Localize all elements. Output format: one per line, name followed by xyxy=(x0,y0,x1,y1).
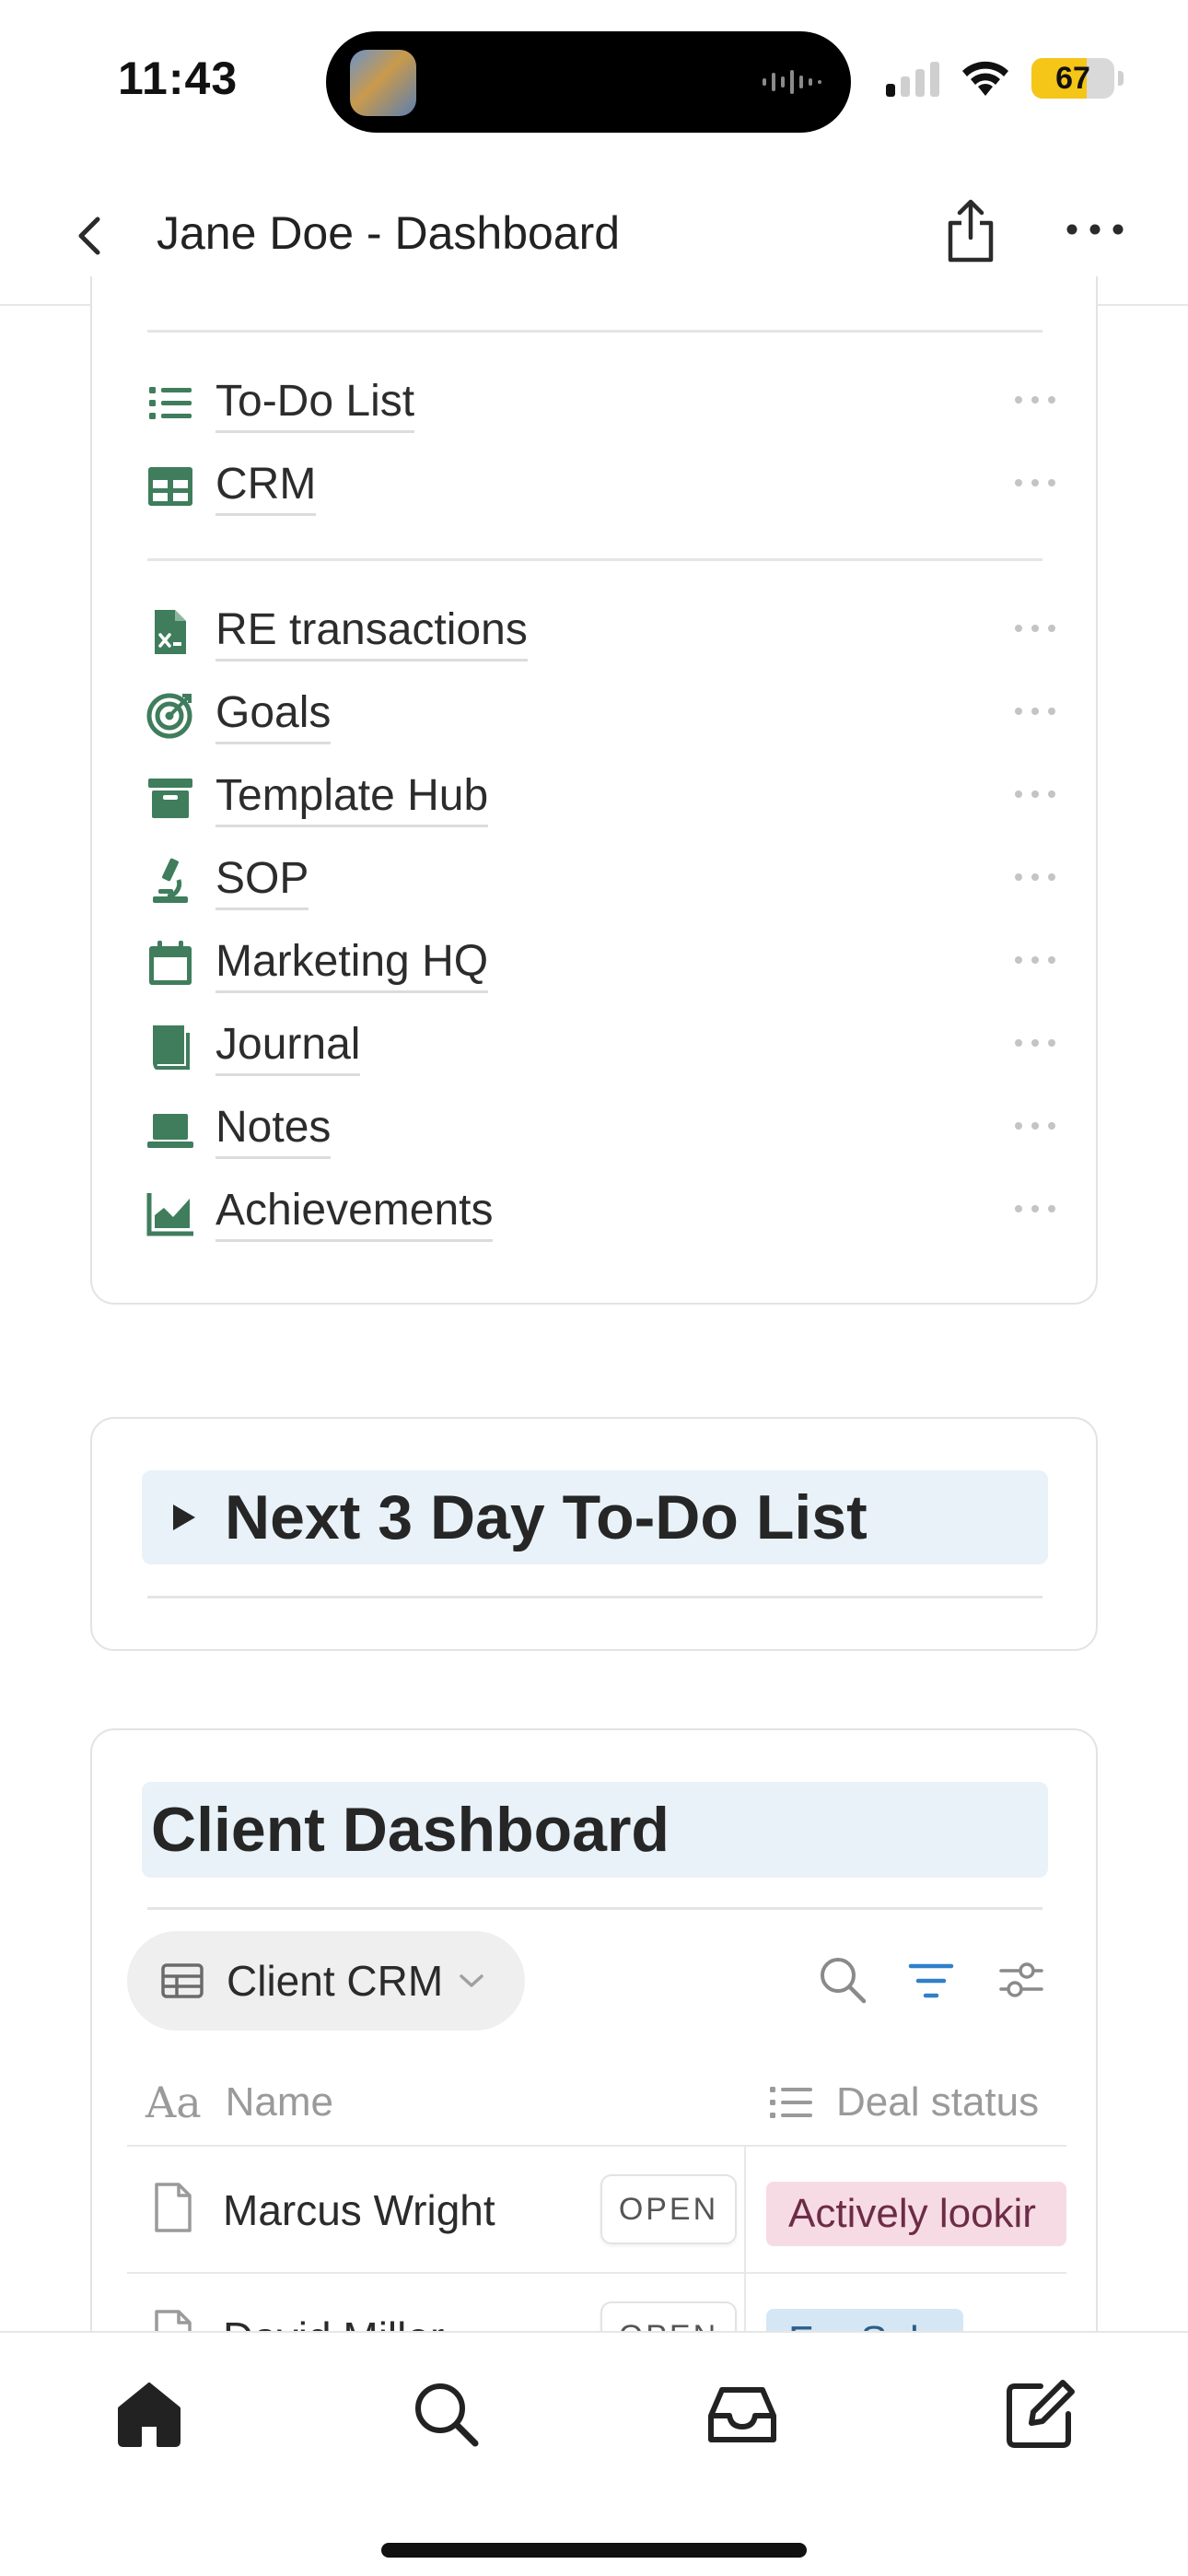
now-playing-thumbnail xyxy=(350,50,416,116)
bottom-tab-bar xyxy=(0,2331,1188,2576)
compose-icon[interactable] xyxy=(1004,2377,1077,2451)
back-chevron-icon[interactable] xyxy=(64,208,120,263)
archive-box-icon xyxy=(146,773,195,823)
audio-waveform-icon xyxy=(763,70,821,94)
toggle-triangle-icon[interactable] xyxy=(169,1503,197,1532)
table-row[interactable]: Marcus Wright OPEN Actively lookir xyxy=(127,2147,1066,2274)
search-icon[interactable] xyxy=(818,1955,868,2005)
microscope-icon xyxy=(146,856,195,906)
home-indicator[interactable] xyxy=(381,2543,807,2558)
bullet-list-icon xyxy=(146,379,195,428)
database-view-selector[interactable]: Client CRM xyxy=(127,1931,525,2031)
status-time: 11:43 xyxy=(118,53,239,104)
item-more-icon[interactable] xyxy=(1013,619,1057,638)
column-label: Name xyxy=(225,2079,334,2125)
page-link-label: Notes xyxy=(215,1101,332,1159)
page-links-card: To-Do List CRM RE transactions Goals Tem… xyxy=(90,276,1098,1305)
page-link-todo-list[interactable]: To-Do List xyxy=(146,367,1066,440)
page-link-label: Journal xyxy=(215,1018,361,1076)
page-link-goals[interactable]: Goals xyxy=(146,678,1066,752)
page-link-label: CRM xyxy=(215,458,317,516)
chevron-down-icon xyxy=(460,1974,483,1987)
open-row-button[interactable]: OPEN xyxy=(600,2174,737,2244)
cellular-signal-icon xyxy=(886,60,939,97)
divider xyxy=(147,1907,1042,1910)
page-link-template-hub[interactable]: Template Hub xyxy=(146,761,1066,835)
text-type-icon: Aa xyxy=(146,2078,202,2127)
calendar-icon xyxy=(146,939,195,989)
page-link-label: Goals xyxy=(215,686,332,744)
deal-status-tag[interactable]: Actively lookir xyxy=(766,2182,1066,2246)
page-link-label: Marketing HQ xyxy=(215,935,489,993)
spreadsheet-file-icon xyxy=(146,607,195,657)
toggle-heading[interactable]: Next 3 Day To-Do List xyxy=(142,1470,1048,1564)
divider xyxy=(147,330,1042,333)
inbox-icon[interactable] xyxy=(705,2377,779,2451)
toggle-title: Next 3 Day To-Do List xyxy=(225,1482,868,1552)
item-more-icon[interactable] xyxy=(1013,1117,1057,1135)
view-name: Client CRM xyxy=(227,1957,444,2005)
page-link-label: Template Hub xyxy=(215,769,489,827)
page-link-marketing-hq[interactable]: Marketing HQ xyxy=(146,927,1066,1001)
page-link-sop[interactable]: SOP xyxy=(146,844,1066,918)
battery-nub xyxy=(1118,71,1124,86)
client-name: Marcus Wright xyxy=(223,2186,495,2234)
page-link-label: Achievements xyxy=(215,1184,494,1242)
list-icon xyxy=(770,2087,812,2118)
page-link-crm[interactable]: CRM xyxy=(146,450,1066,523)
area-chart-icon xyxy=(146,1188,195,1237)
dynamic-island[interactable] xyxy=(326,31,851,133)
home-icon[interactable] xyxy=(112,2377,186,2451)
item-more-icon[interactable] xyxy=(1013,868,1057,886)
table-icon xyxy=(146,462,195,511)
battery-indicator: 67 xyxy=(1031,58,1114,99)
battery-level: 67 xyxy=(1055,60,1090,96)
client-dashboard-card: Client Dashboard Client CRM Aa Name Deal… xyxy=(90,1728,1098,2429)
more-options-icon[interactable] xyxy=(1063,216,1127,243)
status-indicators: 67 xyxy=(886,55,1124,101)
item-more-icon[interactable] xyxy=(1013,951,1057,969)
table-view-icon xyxy=(161,1963,204,1998)
page-title: Jane Doe - Dashboard xyxy=(157,207,621,259)
client-dashboard-heading: Client Dashboard xyxy=(142,1782,1048,1878)
item-more-icon[interactable] xyxy=(1013,1200,1057,1218)
book-icon xyxy=(146,1022,195,1071)
status-bar: 11:43 67 xyxy=(0,0,1188,147)
column-label: Deal status xyxy=(836,2079,1040,2125)
page-link-label: To-Do List xyxy=(215,375,415,433)
column-header-deal-status[interactable]: Deal status xyxy=(768,2078,1039,2126)
todo-toggle-card: Next 3 Day To-Do List xyxy=(90,1417,1098,1651)
laptop-icon xyxy=(146,1105,195,1154)
table-header: Aa Name Deal status xyxy=(127,2058,1066,2147)
page-link-achievements[interactable]: Achievements xyxy=(146,1176,1066,1249)
client-dashboard-title: Client Dashboard xyxy=(151,1795,670,1865)
view-settings-icon[interactable] xyxy=(998,1959,1044,2001)
item-more-icon[interactable] xyxy=(1013,1034,1057,1052)
page-link-journal[interactable]: Journal xyxy=(146,1010,1066,1083)
item-more-icon[interactable] xyxy=(1013,702,1057,720)
page-link-re-transactions[interactable]: RE transactions xyxy=(146,595,1066,669)
page-link-label: RE transactions xyxy=(215,603,528,662)
page-link-notes[interactable]: Notes xyxy=(146,1093,1066,1166)
page-link-label: SOP xyxy=(215,852,309,910)
divider xyxy=(147,558,1042,561)
share-icon[interactable] xyxy=(943,197,998,263)
target-icon xyxy=(146,690,195,740)
item-more-icon[interactable] xyxy=(1013,391,1057,409)
filter-icon[interactable] xyxy=(908,1961,954,2001)
page-icon xyxy=(155,2183,192,2232)
search-tab-icon[interactable] xyxy=(409,2377,483,2451)
wifi-icon xyxy=(962,61,1008,96)
item-more-icon[interactable] xyxy=(1013,785,1057,803)
item-more-icon[interactable] xyxy=(1013,474,1057,492)
column-header-name[interactable]: Aa Name xyxy=(146,2078,334,2127)
divider xyxy=(147,1596,1042,1598)
